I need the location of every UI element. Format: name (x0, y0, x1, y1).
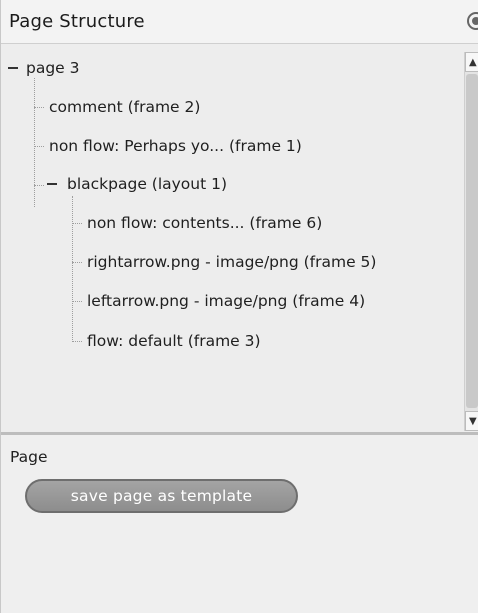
scroll-down-arrow-icon[interactable]: ▼ (465, 411, 478, 431)
save-page-as-template-button[interactable]: save page as template (25, 479, 298, 513)
tree-scrollbar[interactable]: ▲ ▼ (464, 52, 478, 431)
page-properties-section: Page save page as template (1, 435, 478, 613)
tree-guide-line (72, 301, 82, 302)
tree-item-comment-frame[interactable]: comment (frame 2) (49, 98, 200, 116)
tree-guide-line (34, 107, 44, 108)
panel-header: Page Structure (1, 0, 478, 44)
tree-item-layout[interactable]: blackpage (layout 1) (67, 175, 227, 193)
scroll-up-arrow-icon[interactable]: ▲ (465, 52, 478, 72)
tree-guide-line (72, 262, 82, 263)
collapse-icon[interactable] (47, 179, 57, 189)
tree-item-leftarrow-frame[interactable]: leftarrow.png - image/png (frame 4) (87, 292, 365, 310)
page-structure-panel: Page Structure page 3 comment (frame 2) … (0, 0, 478, 613)
tree-item-page[interactable]: page 3 (26, 59, 80, 77)
tree-guide-line (72, 196, 73, 342)
tree-guide-line (34, 78, 35, 207)
tree-guide-line (34, 185, 44, 186)
tree-item-rightarrow-frame[interactable]: rightarrow.png - image/png (frame 5) (87, 253, 376, 271)
scroll-thumb[interactable] (466, 74, 478, 408)
tree-item-contents-frame[interactable]: non flow: contents... (frame 6) (87, 214, 322, 232)
tree-item-flow-frame[interactable]: flow: default (frame 3) (87, 332, 261, 350)
tree-guide-line (72, 341, 82, 342)
tree-guide-line (34, 146, 44, 147)
circle-close-icon[interactable] (467, 12, 478, 30)
collapse-icon[interactable] (8, 63, 18, 73)
section-title-page: Page (10, 448, 48, 466)
tree-guide-line (72, 223, 82, 224)
panel-title: Page Structure (9, 11, 145, 32)
tree-item-non-flow-frame[interactable]: non flow: Perhaps yo... (frame 1) (49, 137, 302, 155)
page-structure-tree: page 3 comment (frame 2) non flow: Perha… (1, 44, 478, 432)
